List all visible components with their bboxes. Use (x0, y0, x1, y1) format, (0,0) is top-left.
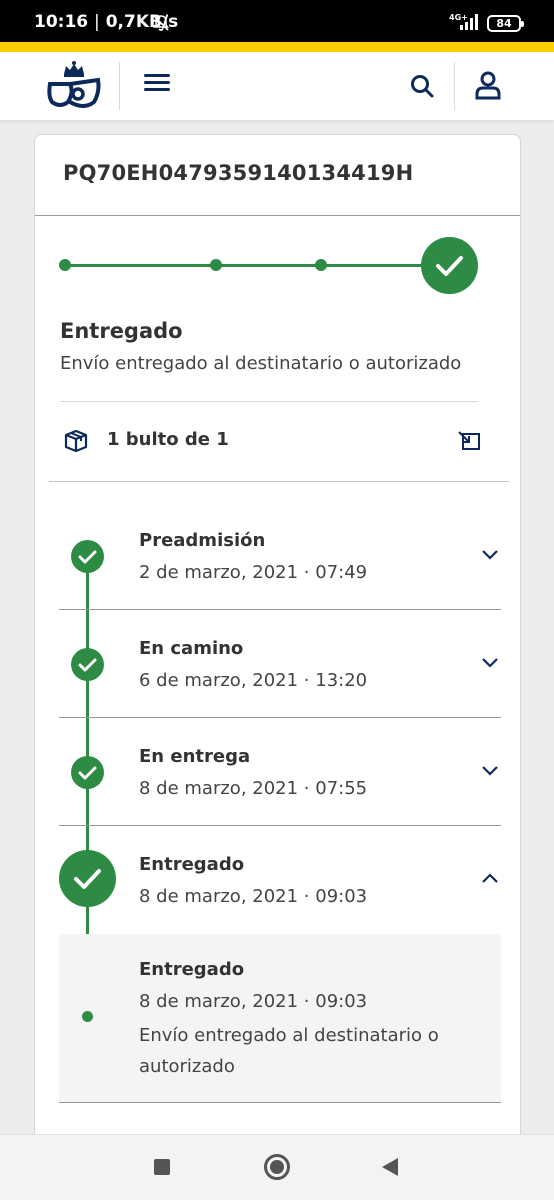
detail-description: Envío entregado al destinatario o autori… (139, 1025, 439, 1077)
progress-step-dot (315, 259, 327, 271)
progress-step-dot (210, 259, 222, 271)
header-divider (119, 62, 120, 110)
check-icon (71, 648, 104, 681)
system-nav-bar (0, 1134, 554, 1200)
open-external-icon[interactable] (457, 430, 481, 452)
detail-date: 8 de marzo, 2021 · 09:03 (139, 991, 368, 1012)
event-title: En entrega (139, 746, 251, 767)
status-time: 10:16 (34, 12, 89, 32)
check-icon (71, 756, 104, 789)
divider (59, 1102, 501, 1103)
event-date: 8 de marzo, 2021 · 09:03 (139, 886, 368, 907)
timeline-end-dot (82, 1011, 93, 1022)
timeline-event-expanded[interactable]: Entregado 8 de marzo, 2021 · 09:03 (35, 826, 520, 934)
battery-icon: 84 (487, 15, 524, 32)
package-icon (64, 429, 88, 453)
event-date: 2 de marzo, 2021 · 07:49 (139, 562, 368, 583)
progress-line (65, 264, 445, 267)
event-date: 8 de marzo, 2021 · 07:55 (139, 778, 368, 799)
brand-stripe (0, 42, 554, 52)
event-detail-panel: Entregado 8 de marzo, 2021 · 09:03 Envío… (59, 934, 501, 1102)
check-icon (59, 850, 116, 907)
event-title: Preadmisión (139, 530, 266, 551)
check-icon (71, 540, 104, 573)
progress-step-dot (59, 259, 71, 271)
status-title: Entregado (60, 319, 183, 343)
divider (35, 215, 520, 216)
timeline-event[interactable]: Preadmisión 2 de marzo, 2021 · 07:49 (35, 502, 520, 610)
app-header (0, 52, 554, 120)
divider (49, 481, 509, 482)
progress-complete-check-icon (421, 237, 478, 294)
divider (60, 401, 478, 402)
status-separator: | (94, 12, 100, 32)
circle-home-icon[interactable] (264, 1154, 290, 1180)
event-title: Entregado (139, 854, 245, 875)
muted-bell-icon (152, 15, 170, 31)
package-count: 1 bulto de 1 (107, 429, 229, 450)
event-date: 6 de marzo, 2021 · 13:20 (139, 670, 368, 691)
chevron-down-icon[interactable] (481, 764, 499, 776)
search-icon[interactable] (408, 72, 436, 100)
status-description: Envío entregado al destinatario o autori… (60, 353, 462, 374)
correos-logo-icon[interactable] (46, 58, 102, 114)
timeline-event[interactable]: En entrega 8 de marzo, 2021 · 07:55 (35, 718, 520, 826)
event-title: En camino (139, 638, 244, 659)
timeline-event[interactable]: En camino 6 de marzo, 2021 · 13:20 (35, 610, 520, 718)
triangle-back-icon[interactable] (382, 1158, 398, 1176)
square-recents-icon[interactable] (154, 1159, 170, 1175)
chevron-down-icon[interactable] (481, 656, 499, 668)
hamburger-menu-icon[interactable] (144, 74, 172, 98)
battery-level: 84 (496, 17, 512, 30)
chevron-down-icon[interactable] (481, 548, 499, 560)
detail-title: Entregado (139, 959, 245, 980)
status-bar: 10:16 | 0,7KB/s 4G+ 84 (0, 0, 554, 42)
header-divider (454, 62, 455, 110)
user-icon[interactable] (474, 70, 502, 100)
chevron-up-icon[interactable] (481, 872, 499, 884)
progress-tracker (35, 231, 520, 301)
signal-icon (460, 14, 478, 30)
tracking-number: PQ70EH0479359140134419H (63, 161, 414, 185)
shipment-card: PQ70EH0479359140134419H Entregado Envío … (34, 134, 521, 1144)
